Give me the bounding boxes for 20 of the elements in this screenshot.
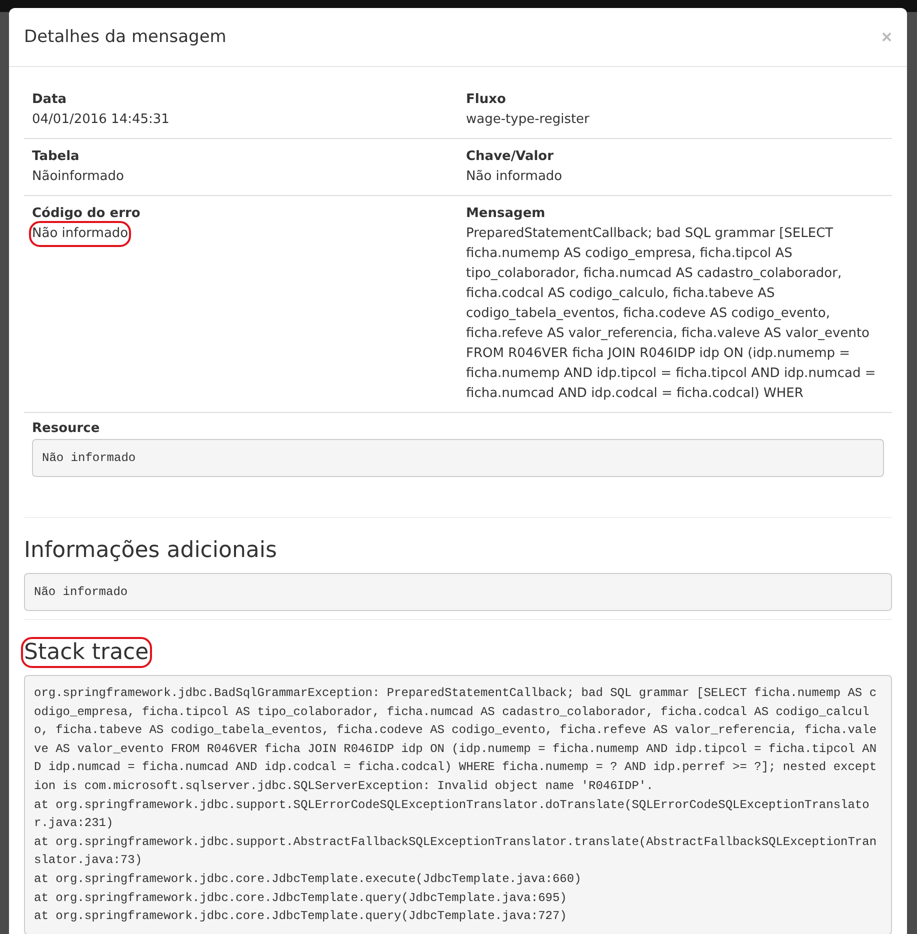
close-button[interactable]: × xyxy=(881,26,892,48)
stack-trace: org.springframework.jdbc.BadSqlGrammarException: PreparedStatementCallback; bad SQL grammar [SELECT ficha.numemp AS codigo_empresa, ficha.tipcol AS tipo_colaborador, ficha.numcad AS cadastro_colaborador, ficha.codcal AS codigo_calculo, ficha.tabeve AS codigo_tabela_eventos, ficha.codeve AS codigo_evento, ficha.refeve AS valor_referencia, ficha.valeve AS valor_evento FROM R046VER ficha JOIN R046IDP idp ON (idp.numemp = ficha.numemp AND idp.tipcol = ficha.tipcol AND idp.numcad = ficha.numcad AND idp.codcal = ficha.codcal) WHERE ficha.numemp = ? AND idp.perref >= ?]; nested exception is com.microsoft.sqlserver.jdbc.SQLServerException: Invalid object name 'R046IDP'. at org.springframework.jdbc.support.SQLErrorCodeSQLExceptionTranslator.doTranslate(SQLErrorCodeSQLExceptionTranslator.java:231) at org.springframework.jdbc.support.AbstractFallbackSQLExceptionTranslator.translate(AbstractFallbackSQLExceptionTranslator.java:73) at org.springframework.jdbc.core.JdbcTemplate.execute(JdbcTemplate.java:660) at org.springframework.jdbc.core.JdbcTemplate.query(JdbcTemplate.java:695) at org.springframework.jdbc.core.JdbcTemplate.query(JdbcTemplate.java:727) xyxy=(24,675,892,934)
modal-title: Detalhes da mensagem xyxy=(24,27,226,47)
field-value: PreparedStatementCallback; bad SQL grammar [SELECT ficha.numemp AS codigo_empresa, ficha.tipcol AS tipo_colaborador, ficha.numcad AS cadastro_colaborador, ficha.codcal AS codigo_calculo, ficha.tabeve AS codigo_tabela_eventos, ficha.codeve AS codigo_evento, ficha.refeve AS valor_referencia, ficha.valeve AS valor_evento FROM R046VER ficha JOIN R046IDP idp ON (idp.numemp = ficha.numemp AND idp.tipcol = ficha.tipcol AND idp.numcad = ficha.numcad AND idp.codcal = ficha.codcal) WHER xyxy=(466,225,877,403)
field-label: Tabela xyxy=(32,148,80,166)
field-label: Fluxo xyxy=(466,91,507,109)
section-heading: Stack trace xyxy=(24,640,149,665)
resource-value: Não informado xyxy=(32,439,884,477)
field-label: Chave/Valor xyxy=(466,148,555,166)
field-value: 04/01/2016 14:45:31 xyxy=(32,111,170,129)
field-label: Código do erro xyxy=(32,205,142,223)
field-value: Nãoinformado xyxy=(32,168,124,186)
section-heading: Informações adicionais xyxy=(24,538,277,563)
field-value: wage-type-register xyxy=(466,111,590,129)
field-label: Resource xyxy=(32,421,101,436)
field-label: Mensagem xyxy=(466,205,546,223)
field-label: Data xyxy=(32,91,68,109)
field-value: Não informado xyxy=(466,168,562,186)
additional-info: Não informado xyxy=(24,573,892,611)
field-value: Não informado xyxy=(32,224,128,244)
